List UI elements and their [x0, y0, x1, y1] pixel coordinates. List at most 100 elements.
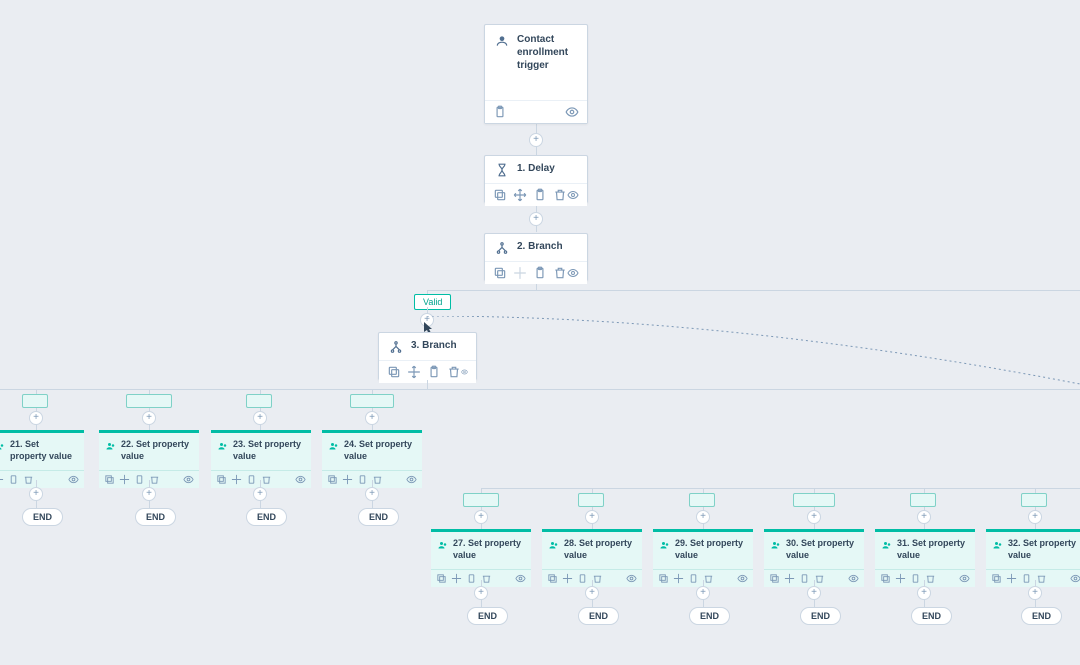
trash-icon[interactable]: [149, 474, 160, 485]
eye-icon[interactable]: [567, 188, 579, 202]
copy-icon[interactable]: [769, 573, 780, 584]
move-icon[interactable]: [562, 573, 573, 584]
eye-icon[interactable]: [848, 573, 859, 584]
property-card-28[interactable]: 28. Set property value: [542, 529, 642, 587]
clipboard-icon[interactable]: [246, 474, 257, 485]
add-step-button[interactable]: +: [585, 510, 599, 524]
move-icon[interactable]: [784, 573, 795, 584]
branch-label-empty[interactable]: [578, 493, 604, 507]
add-step-button[interactable]: +: [365, 411, 379, 425]
add-step-button[interactable]: +: [529, 133, 543, 147]
add-step-button[interactable]: +: [696, 586, 710, 600]
clipboard-icon[interactable]: [357, 474, 368, 485]
copy-icon[interactable]: [493, 188, 507, 202]
copy-icon[interactable]: [493, 266, 507, 280]
branch-label-empty[interactable]: [689, 493, 715, 507]
copy-icon[interactable]: [104, 474, 115, 485]
eye-icon[interactable]: [183, 474, 194, 485]
copy-icon[interactable]: [436, 573, 447, 584]
move-icon[interactable]: [673, 573, 684, 584]
add-step-button[interactable]: +: [142, 487, 156, 501]
add-step-button[interactable]: +: [1028, 586, 1042, 600]
property-card-23[interactable]: 23. Set property value: [211, 430, 311, 488]
branch-label-empty[interactable]: [246, 394, 272, 408]
move-icon[interactable]: [895, 573, 906, 584]
branch-label-empty[interactable]: [1021, 493, 1047, 507]
add-step-button[interactable]: +: [696, 510, 710, 524]
add-step-button[interactable]: +: [142, 411, 156, 425]
property-card-21[interactable]: 21. Set property value: [0, 430, 84, 488]
add-step-button[interactable]: +: [807, 510, 821, 524]
eye-icon[interactable]: [1070, 573, 1080, 584]
eye-icon[interactable]: [461, 365, 468, 379]
trash-icon[interactable]: [481, 573, 492, 584]
copy-icon[interactable]: [547, 573, 558, 584]
trash-icon[interactable]: [925, 573, 936, 584]
trash-icon[interactable]: [447, 365, 461, 379]
trash-icon[interactable]: [23, 474, 34, 485]
add-step-button[interactable]: +: [253, 411, 267, 425]
move-icon[interactable]: [0, 474, 4, 485]
eye-icon[interactable]: [68, 474, 79, 485]
branch-label-empty[interactable]: [350, 394, 394, 408]
eye-icon[interactable]: [406, 474, 417, 485]
trigger-node[interactable]: Contact enrollment trigger: [484, 24, 588, 124]
add-step-button[interactable]: +: [529, 212, 543, 226]
branch-label-empty[interactable]: [22, 394, 48, 408]
eye-icon[interactable]: [737, 573, 748, 584]
copy-icon[interactable]: [658, 573, 669, 584]
copy-icon[interactable]: [991, 573, 1002, 584]
eye-icon[interactable]: [515, 573, 526, 584]
property-card-27[interactable]: 27. Set property value: [431, 529, 531, 587]
trash-icon[interactable]: [553, 188, 567, 202]
branch-node-2[interactable]: 2. Branch: [484, 233, 588, 281]
property-card-31[interactable]: 31. Set property value: [875, 529, 975, 587]
branch-label-empty[interactable]: [793, 493, 835, 507]
add-step-button[interactable]: +: [474, 510, 488, 524]
clipboard-icon[interactable]: [910, 573, 921, 584]
trash-icon[interactable]: [261, 474, 272, 485]
clipboard-icon[interactable]: [577, 573, 588, 584]
move-icon[interactable]: [119, 474, 130, 485]
trash-icon[interactable]: [703, 573, 714, 584]
clipboard-icon[interactable]: [799, 573, 810, 584]
add-step-button[interactable]: +: [1028, 510, 1042, 524]
copy-icon[interactable]: [327, 474, 338, 485]
move-icon[interactable]: [1006, 573, 1017, 584]
copy-icon[interactable]: [387, 365, 401, 379]
clipboard-icon[interactable]: [8, 474, 19, 485]
workflow-canvas[interactable]: Contact enrollment trigger + 1. Delay: [0, 0, 1080, 665]
clipboard-icon[interactable]: [134, 474, 145, 485]
delay-node[interactable]: 1. Delay: [484, 155, 588, 203]
add-step-button[interactable]: +: [917, 586, 931, 600]
clipboard-icon[interactable]: [533, 266, 547, 280]
clipboard-icon[interactable]: [688, 573, 699, 584]
trash-icon[interactable]: [553, 266, 567, 280]
property-card-32[interactable]: 32. Set property value: [986, 529, 1080, 587]
branch-node-3[interactable]: 3. Branch: [378, 332, 477, 380]
add-step-button[interactable]: +: [474, 586, 488, 600]
eye-icon[interactable]: [626, 573, 637, 584]
eye-icon[interactable]: [959, 573, 970, 584]
add-step-button[interactable]: +: [29, 487, 43, 501]
move-icon[interactable]: [231, 474, 242, 485]
branch-label-empty[interactable]: [126, 394, 172, 408]
add-step-button[interactable]: +: [585, 586, 599, 600]
move-icon[interactable]: [513, 188, 527, 202]
branch-label-empty[interactable]: [910, 493, 936, 507]
move-icon[interactable]: [451, 573, 462, 584]
clipboard-icon[interactable]: [1021, 573, 1032, 584]
add-step-button[interactable]: +: [253, 487, 267, 501]
move-icon[interactable]: [407, 365, 421, 379]
clipboard-icon[interactable]: [427, 365, 441, 379]
add-step-button[interactable]: +: [807, 586, 821, 600]
add-step-button[interactable]: +: [29, 411, 43, 425]
copy-icon[interactable]: [880, 573, 891, 584]
clipboard-icon[interactable]: [533, 188, 547, 202]
copy-icon[interactable]: [216, 474, 227, 485]
eye-icon[interactable]: [295, 474, 306, 485]
branch-label-valid[interactable]: Valid: [414, 294, 451, 310]
eye-icon[interactable]: [565, 105, 579, 119]
eye-icon[interactable]: [567, 266, 579, 280]
trash-icon[interactable]: [372, 474, 383, 485]
